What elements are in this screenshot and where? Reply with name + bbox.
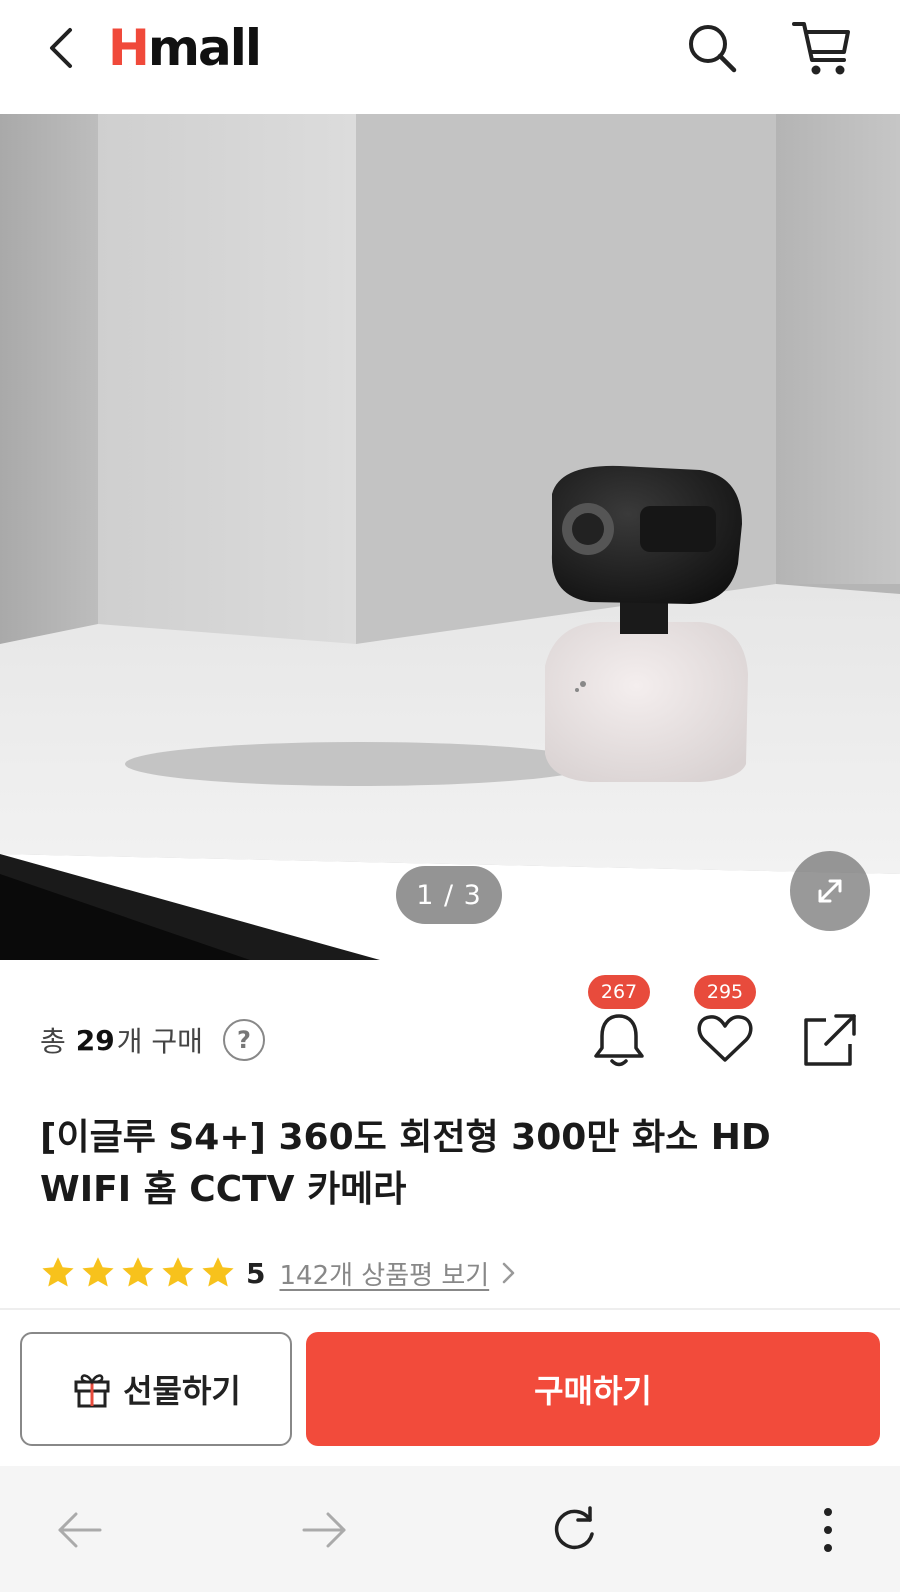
gift-button[interactable]: 선물하기 [20,1332,292,1446]
purchase-count-number: 29 [75,1023,115,1057]
reviews-link[interactable]: 142개 상품평 보기 [279,1255,489,1292]
chevron-left-icon [50,28,72,68]
top-header: Hmall [0,0,900,114]
cart-icon [792,22,850,75]
search-icon [689,25,737,73]
alarm-button[interactable] [584,1004,654,1074]
wish-count-badge: 295 [694,975,756,1009]
product-title: [이글루 S4+] 360도 회전형 300만 화소 HD WIFI 홈 CCT… [40,1117,771,1210]
rating-score: 5 [246,1256,266,1290]
buy-button-label: 구매하기 [534,1372,652,1410]
gift-button-label: 선물하기 [123,1372,241,1410]
bell-icon [594,1014,644,1067]
image-pager: 1 / 3 [396,866,502,924]
browser-menu-button[interactable] [800,1502,856,1558]
browser-nav-bar [0,1466,900,1592]
back-button[interactable] [38,22,90,74]
hmall-logo[interactable]: Hmall [108,18,262,78]
gift-icon [74,1374,110,1408]
divider [0,1308,900,1310]
purchase-suffix: 개 구매 [116,1025,203,1058]
star-icon [202,1257,234,1287]
star-icon [122,1257,154,1287]
app-root: Hmall 1 / 3 총 29 개 구매 ? 267 295 [이글루 S4+… [0,0,900,1592]
purchase-prefix: 총 [40,1025,66,1058]
chevron-right-icon [502,1262,515,1284]
help-icon[interactable]: ? [222,1019,265,1061]
expand-image-button[interactable] [790,851,870,931]
arrow-right-icon [302,1512,346,1548]
share-button[interactable] [796,1004,866,1074]
reload-icon [554,1506,594,1550]
product-photo [0,114,900,960]
star-icon [82,1257,114,1287]
star-icon [162,1257,194,1287]
product-image-carousel[interactable]: 1 / 3 [0,114,900,960]
star-rating [40,1255,240,1291]
purchase-count: 총 29 개 구매 ? [40,1014,265,1066]
more-vertical-icon [824,1508,832,1552]
expand-icon [818,879,842,903]
arrow-left-icon [58,1512,102,1548]
browser-reload-button[interactable] [546,1502,602,1558]
search-button[interactable] [682,18,742,78]
alarm-count-badge: 267 [588,975,650,1009]
cart-button[interactable] [790,16,856,82]
buy-button[interactable]: 구매하기 [306,1332,880,1446]
browser-back-button[interactable] [52,1502,108,1558]
share-icon [804,1014,856,1066]
heart-icon [697,1015,753,1062]
rating-row: 5 142개 상품평 보기 [40,1252,517,1294]
browser-forward-button[interactable] [296,1502,352,1558]
logo-h: H [108,19,150,77]
star-icon [42,1257,74,1287]
logo-mall: mall [147,19,262,77]
wish-button[interactable] [690,1004,760,1074]
